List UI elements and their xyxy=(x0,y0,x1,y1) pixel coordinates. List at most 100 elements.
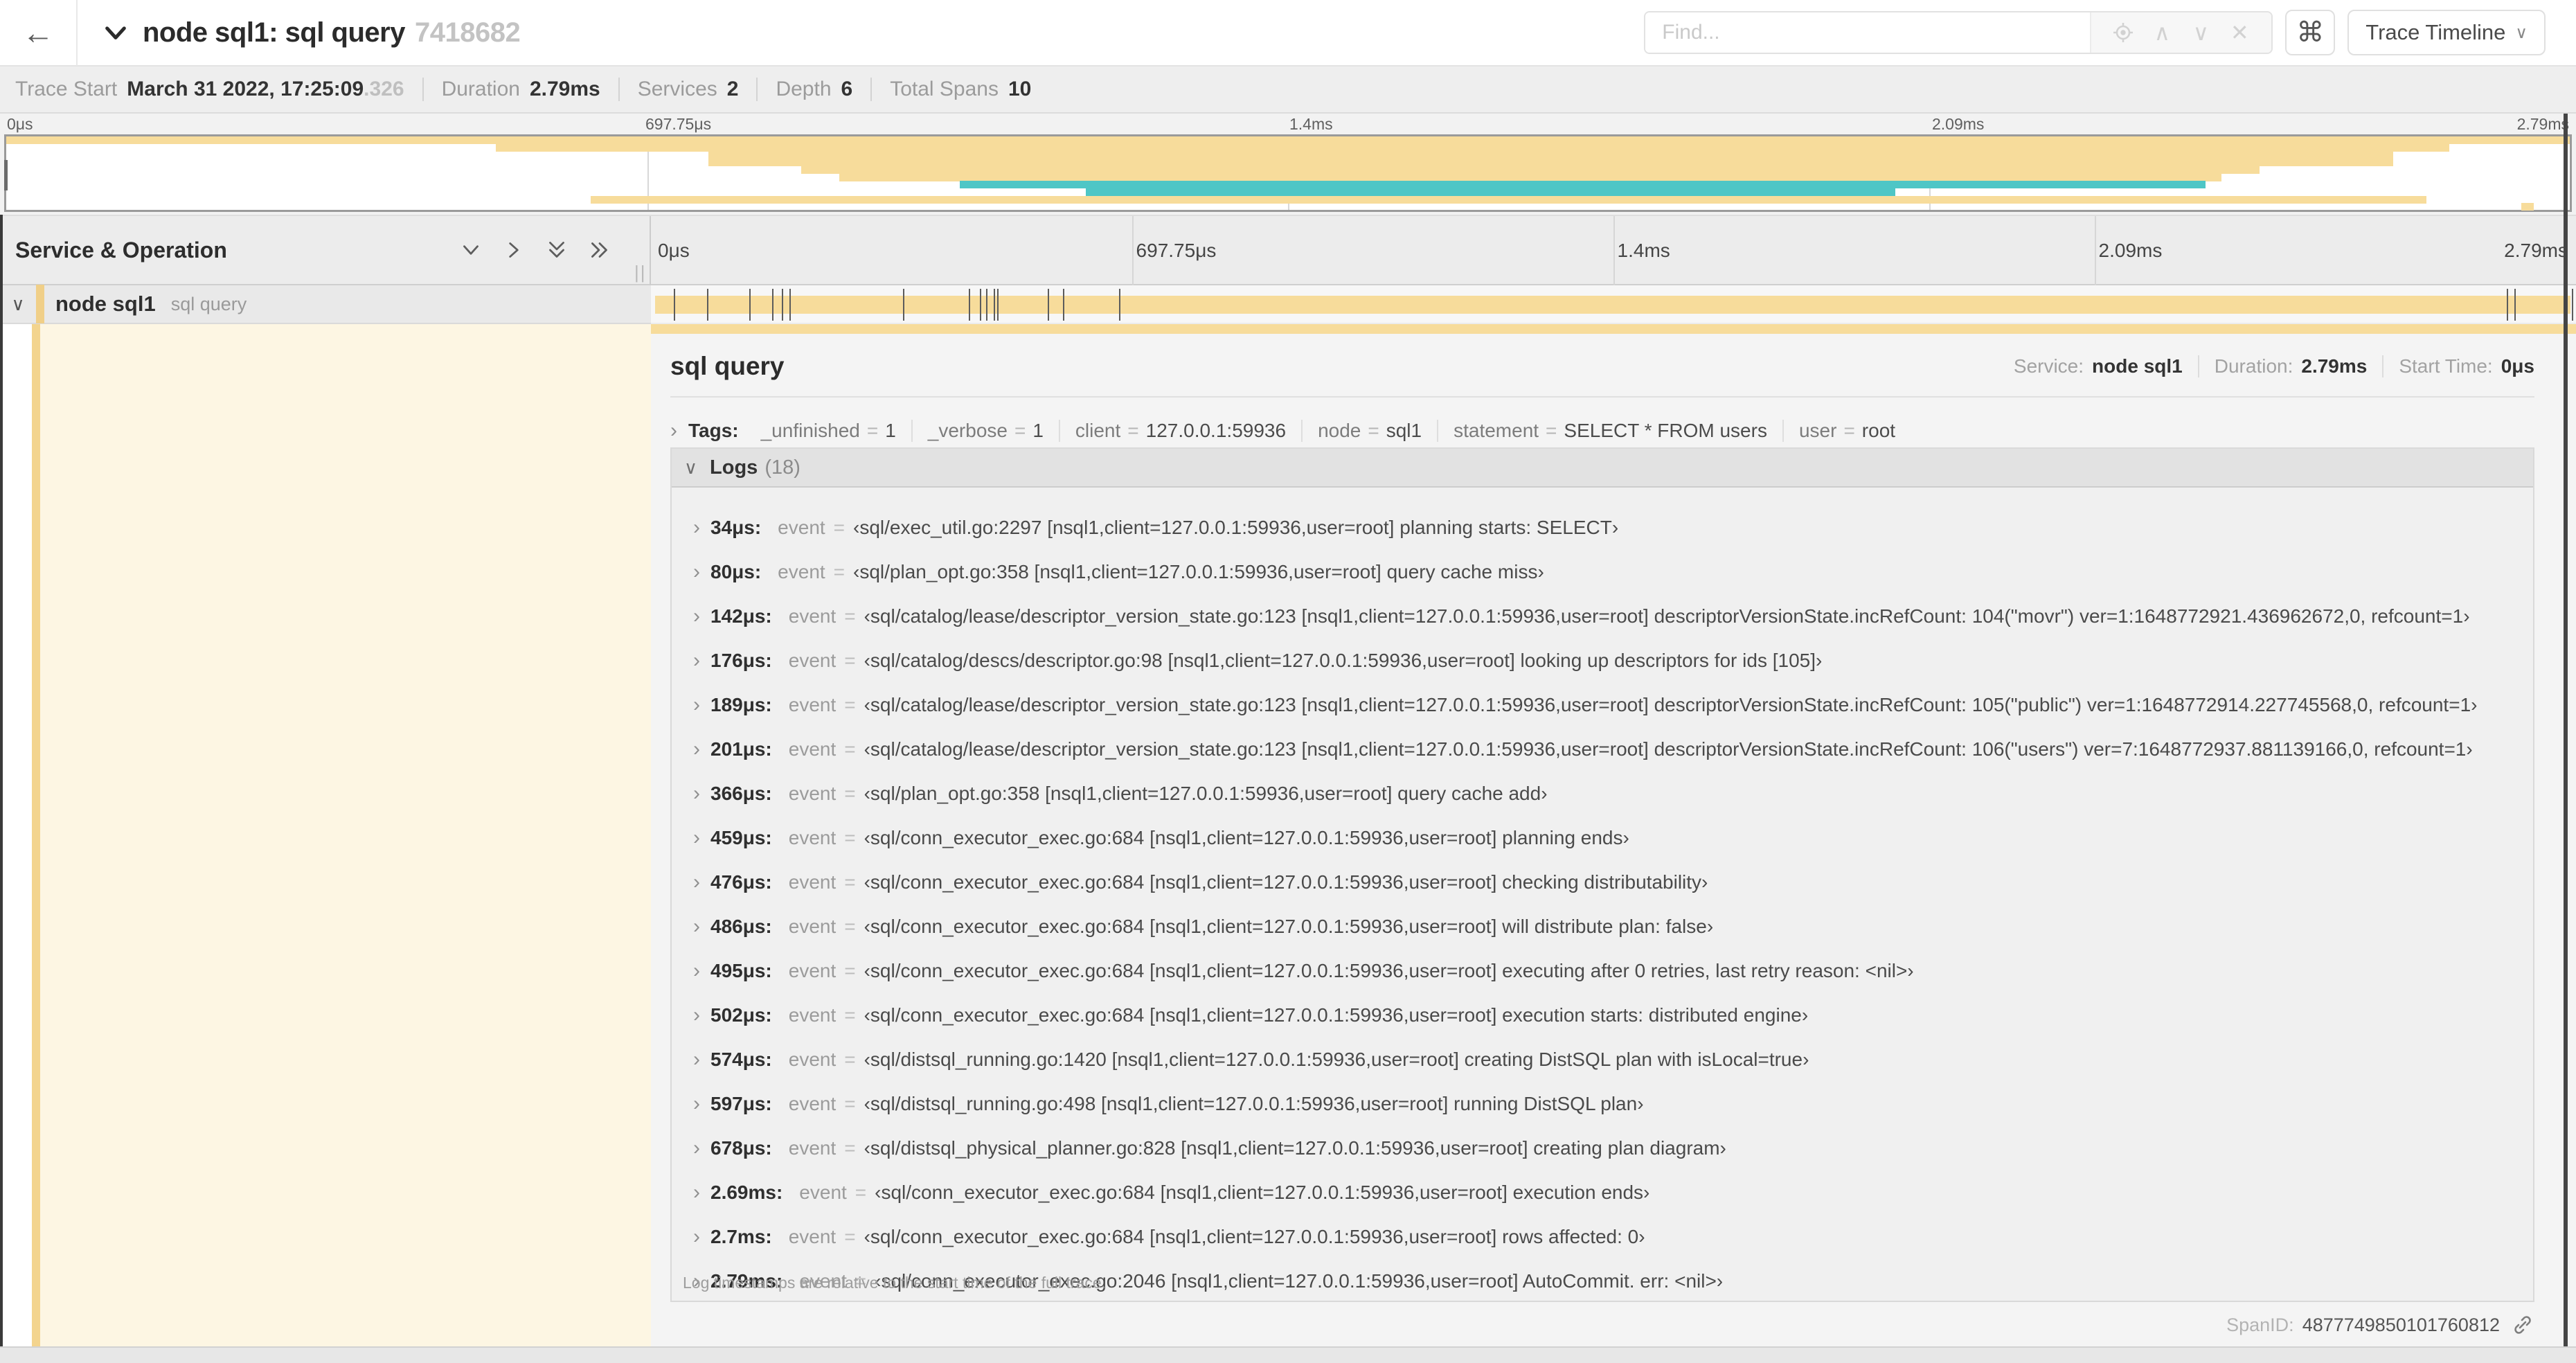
log-row[interactable]: › 574μs: event = ‹sql/distsql_running.go:142… xyxy=(683,1037,2533,1082)
span-collapse-icon[interactable]: ∨ xyxy=(0,294,36,315)
log-marker xyxy=(749,289,751,321)
locate-icon[interactable] xyxy=(2104,21,2143,44)
span-detail-panel: sql query Service: node sql1 Duration: 2… xyxy=(651,324,2576,1346)
log-row[interactable]: › 2.7ms: event = ‹sql/conn_executor_exec.go:… xyxy=(683,1215,2533,1259)
log-field-name: event xyxy=(788,605,837,627)
minimap-drag-handle[interactable] xyxy=(4,160,8,190)
tags-row[interactable]: › Tags: _unfinished = 1 _verbose = 1 client = 12… xyxy=(670,413,2534,449)
logs-label: Logs xyxy=(710,456,758,479)
log-equals: = xyxy=(833,517,846,538)
timeline-ruler: 0μs 697.75μs 1.4ms 2.09ms 2.79ms xyxy=(651,216,2576,326)
log-row[interactable]: › 34μs: event = ‹sql/exec_util.go:2297 [nsql… xyxy=(683,506,2533,550)
trace-services: Services 2 xyxy=(600,78,739,101)
log-value: ‹sql/catalog/lease/descriptor_version_st… xyxy=(864,605,2470,627)
timeline-header: Service & Operation || 0μs 697.75μs 1.4m… xyxy=(0,215,2576,326)
log-value: ‹sql/conn_executor_exec.go:684 [nsql1,cl… xyxy=(875,1182,1650,1203)
minimap-tick: 0μs xyxy=(7,115,33,133)
find-prev-icon[interactable]: ∧ xyxy=(2143,19,2181,46)
view-dropdown-button[interactable]: Trace Timeline ∨ xyxy=(2347,10,2546,55)
log-value: ‹sql/conn_executor_exec.go:684 [nsql1,cl… xyxy=(864,960,1914,981)
minimap-span xyxy=(496,143,2449,152)
minimap-span xyxy=(708,159,2393,167)
span-detail-title: sql query xyxy=(670,352,785,380)
top-bar: ← node sql1: sql query 7418682 ∧ ∨ ✕ ⌘ xyxy=(0,0,2576,66)
log-equals: = xyxy=(844,1137,856,1159)
span-row-name-cell[interactable]: ∨ node sql1 sql query xyxy=(0,285,651,324)
tag-value: sql1 xyxy=(1386,420,1422,441)
keyboard-shortcuts-button[interactable]: ⌘ xyxy=(2285,10,2336,55)
tag-value: 1 xyxy=(1032,420,1044,441)
span-duration-bar[interactable] xyxy=(655,296,2570,314)
log-equals: = xyxy=(844,783,856,804)
tags-label: Tags: xyxy=(688,420,739,441)
service-label: Service: xyxy=(2013,355,2084,377)
log-row[interactable]: › 678μs: event = ‹sql/distsql_physical_plann… xyxy=(683,1126,2533,1170)
log-row[interactable]: › 189μs: event = ‹sql/catalog/lease/descript… xyxy=(683,683,2533,727)
log-expand-icon: › xyxy=(693,1181,700,1204)
minimap-span xyxy=(839,173,2221,181)
horizontal-scrollbar-track[interactable] xyxy=(0,1346,2576,1363)
vertical-scrollbar[interactable] xyxy=(2564,114,2568,1346)
find-clear-icon[interactable]: ✕ xyxy=(2220,19,2259,46)
log-row[interactable]: › 597μs: event = ‹sql/distsql_running.go:498… xyxy=(683,1082,2533,1126)
log-timestamp: 574μs: xyxy=(710,1049,772,1070)
log-marker xyxy=(2514,289,2516,321)
log-timestamp: 459μs: xyxy=(710,827,772,848)
collapse-trace-icon[interactable] xyxy=(101,18,130,47)
log-expand-icon: › xyxy=(693,560,700,583)
log-value: ‹sql/conn_executor_exec.go:684 [nsql1,cl… xyxy=(864,871,1708,893)
log-expand-icon: › xyxy=(693,1092,700,1115)
log-expand-icon: › xyxy=(693,649,700,672)
log-timestamp: 142μs: xyxy=(710,605,772,627)
trace-id: 7418682 xyxy=(414,17,521,48)
log-row[interactable]: › 476μs: event = ‹sql/conn_executor_exec.go:… xyxy=(683,860,2533,905)
log-expand-icon: › xyxy=(693,871,700,893)
span-service-name: node sql1 xyxy=(55,292,156,316)
panel-resize-gripper[interactable]: || xyxy=(634,262,647,283)
log-row[interactable]: › 366μs: event = ‹sql/plan_opt.go:358 [nsql1… xyxy=(683,772,2533,816)
minimap-tick: 2.79ms xyxy=(2516,115,2569,133)
log-expand-icon: › xyxy=(693,738,700,760)
minimap-span xyxy=(591,195,2426,204)
expand-one-icon[interactable] xyxy=(501,238,526,262)
log-row[interactable]: › 176μs: event = ‹sql/catalog/descs/descript… xyxy=(683,639,2533,683)
minimap-ruler: 0μs 697.75μs 1.4ms 2.09ms 2.79ms xyxy=(0,114,2576,134)
collapse-all-icon[interactable] xyxy=(544,238,569,262)
log-field-name: event xyxy=(778,561,825,582)
collapse-one-icon[interactable] xyxy=(458,238,483,262)
tag-item: _verbose = 1 xyxy=(911,420,1059,442)
find-next-icon[interactable]: ∨ xyxy=(2181,19,2220,46)
log-marker xyxy=(1062,289,1064,321)
tag-value: 1 xyxy=(885,420,896,441)
log-value: ‹sql/catalog/lease/descriptor_version_st… xyxy=(864,738,2473,760)
log-row[interactable]: › 201μs: event = ‹sql/catalog/lease/descript… xyxy=(683,727,2533,772)
left-detail-pane xyxy=(0,324,651,1346)
log-row[interactable]: › 459μs: event = ‹sql/conn_executor_exec.go:… xyxy=(683,816,2533,860)
find-group: ∧ ∨ ✕ xyxy=(1644,11,2273,54)
back-button[interactable]: ← xyxy=(0,0,78,66)
log-timestamp: 597μs: xyxy=(710,1093,772,1114)
trace-summary-bar: Trace Start March 31 2022, 17:25:09.326 … xyxy=(0,66,2576,114)
start-time-label: Start Time: xyxy=(2399,355,2493,377)
log-marker xyxy=(997,289,999,321)
log-row[interactable]: › 495μs: event = ‹sql/conn_executor_exec.go:… xyxy=(683,949,2533,993)
tag-equals: = xyxy=(1127,420,1139,441)
log-row[interactable]: › 142μs: event = ‹sql/catalog/lease/descript… xyxy=(683,594,2533,639)
copy-link-icon[interactable] xyxy=(2511,1313,2534,1337)
detail-row-tint xyxy=(40,324,651,1346)
left-scroll-edge xyxy=(0,215,3,1346)
back-arrow-icon: ← xyxy=(22,15,54,51)
log-row[interactable]: › 502μs: event = ‹sql/conn_executor_exec.go:… xyxy=(683,993,2533,1037)
logs-header[interactable]: ∨ Logs (18) xyxy=(672,449,2533,488)
log-row[interactable]: › 80μs: event = ‹sql/plan_opt.go:358 [nsql1,… xyxy=(683,550,2533,594)
log-row[interactable]: › 2.69ms: event = ‹sql/conn_executor_exec.go… xyxy=(683,1170,2533,1215)
minimap-canvas[interactable] xyxy=(4,134,2572,212)
log-row[interactable]: › 486μs: event = ‹sql/conn_executor_exec.go:… xyxy=(683,905,2533,949)
span-row: ∨ node sql1 sql query xyxy=(0,285,2576,324)
expand-all-icon[interactable] xyxy=(587,238,612,262)
span-row-bar-cell[interactable] xyxy=(651,285,2576,324)
tag-equals: = xyxy=(1546,420,1557,441)
trace-title-text: node sql1: sql query xyxy=(143,17,405,48)
log-field-name: event xyxy=(788,1004,837,1026)
find-input[interactable] xyxy=(1645,12,2091,53)
